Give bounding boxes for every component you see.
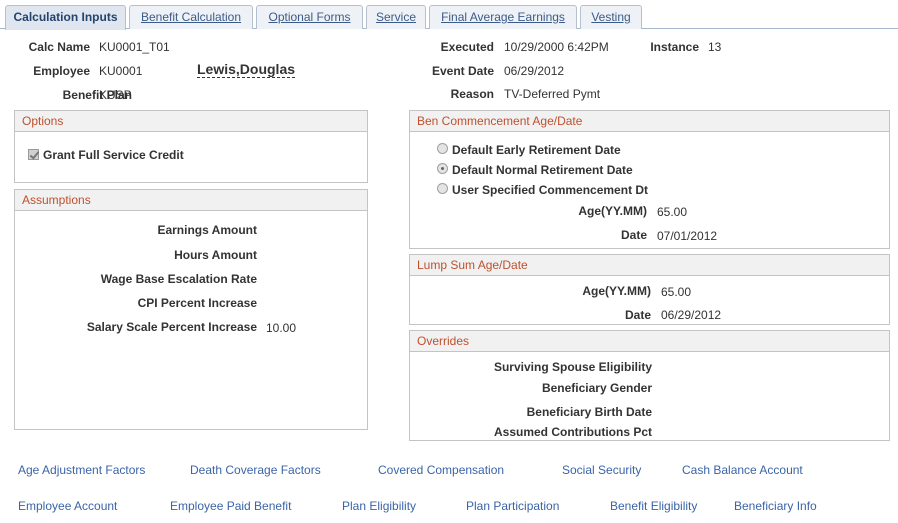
wage-base-label: Wage Base Escalation Rate xyxy=(100,272,257,286)
early-retirement-radio[interactable] xyxy=(437,143,448,154)
tab-final-average-earnings[interactable]: Final Average Earnings xyxy=(429,5,577,29)
tab-calculation-inputs[interactable]: Calculation Inputs xyxy=(5,5,126,30)
reason-value: TV-Deferred Pymt xyxy=(504,87,601,101)
tab-bar: Calculation Inputs Benefit Calculation O… xyxy=(0,5,898,30)
employee-id-value: KU0001 xyxy=(99,64,143,78)
link-employee-paid-benefit[interactable]: Employee Paid Benefit xyxy=(170,499,291,513)
beneficiary-birth-date-label: Beneficiary Birth Date xyxy=(526,405,652,419)
tab-benefit-calculation[interactable]: Benefit Calculation xyxy=(129,5,253,29)
options-section: Options Grant Full Service Credit xyxy=(14,110,368,183)
lump-sum-date-label: Date xyxy=(624,308,651,322)
user-specified-label: User Specified Commencement Dt xyxy=(452,183,649,197)
link-plan-eligibility[interactable]: Plan Eligibility xyxy=(342,499,416,513)
calc-name-value: KU0001_T01 xyxy=(99,40,170,54)
lump-sum-section: Lump Sum Age/Date Age(YY.MM) 65.00 Date … xyxy=(409,254,890,325)
assumptions-title: Assumptions xyxy=(15,190,367,211)
reason-label: Reason xyxy=(450,87,494,101)
executed-label: Executed xyxy=(440,40,494,54)
link-employee-account[interactable]: Employee Account xyxy=(18,499,117,513)
commencement-date-value: 07/01/2012 xyxy=(657,229,718,243)
employee-name[interactable]: Lewis,Douglas xyxy=(197,62,296,78)
overrides-section: Overrides Surviving Spouse Eligibility B… xyxy=(409,330,890,441)
commencement-age-value: 65.00 xyxy=(657,205,688,219)
assumptions-section: Assumptions Earnings Amount Hours Amount… xyxy=(14,189,368,430)
link-death-coverage-factors[interactable]: Death Coverage Factors xyxy=(190,463,321,477)
lump-sum-age-value: 65.00 xyxy=(661,285,692,299)
commencement-section: Ben Commencement Age/Date Default Early … xyxy=(409,110,890,249)
link-age-adjustment-factors[interactable]: Age Adjustment Factors xyxy=(18,463,145,477)
tab-service[interactable]: Service xyxy=(366,5,426,29)
commencement-title: Ben Commencement Age/Date xyxy=(410,111,889,132)
link-beneficiary-info[interactable]: Beneficiary Info xyxy=(734,499,817,513)
employee-label: Employee xyxy=(33,64,90,78)
tab-optional-forms[interactable]: Optional Forms xyxy=(256,5,363,29)
link-plan-participation[interactable]: Plan Participation xyxy=(466,499,559,513)
calc-name-label: Calc Name xyxy=(28,40,90,54)
benefit-plan-value: KUSP xyxy=(99,88,132,102)
link-cash-balance-account[interactable]: Cash Balance Account xyxy=(682,463,803,477)
overrides-title: Overrides xyxy=(410,331,889,352)
user-specified-radio[interactable] xyxy=(437,183,448,194)
commencement-date-label: Date xyxy=(620,228,647,242)
assumed-contributions-label: Assumed Contributions Pct xyxy=(493,425,652,439)
tab-vesting[interactable]: Vesting xyxy=(580,5,642,29)
grant-full-service-credit-checkbox[interactable] xyxy=(28,149,39,160)
salary-scale-label: Salary Scale Percent Increase xyxy=(86,320,257,334)
earnings-amount-label: Earnings Amount xyxy=(157,223,257,237)
lump-sum-title: Lump Sum Age/Date xyxy=(410,255,889,276)
cpi-label: CPI Percent Increase xyxy=(137,296,257,310)
lump-sum-age-label: Age(YY.MM) xyxy=(582,284,651,298)
commencement-age-label: Age(YY.MM) xyxy=(578,204,647,218)
early-retirement-label: Default Early Retirement Date xyxy=(452,143,621,157)
instance-value: 13 xyxy=(708,40,722,54)
options-title: Options xyxy=(15,111,367,132)
executed-value: 10/29/2000 6:42PM xyxy=(504,40,609,54)
lump-sum-date-value: 06/29/2012 xyxy=(661,308,722,322)
instance-label: Instance xyxy=(650,40,699,54)
event-date-label: Event Date xyxy=(431,64,494,78)
hours-amount-label: Hours Amount xyxy=(174,248,257,262)
salary-scale-value: 10.00 xyxy=(266,321,297,335)
normal-retirement-radio[interactable] xyxy=(437,163,448,174)
event-date-value: 06/29/2012 xyxy=(504,64,565,78)
link-covered-compensation[interactable]: Covered Compensation xyxy=(378,463,504,477)
beneficiary-gender-label: Beneficiary Gender xyxy=(541,381,652,395)
link-social-security[interactable]: Social Security xyxy=(562,463,641,477)
normal-retirement-label: Default Normal Retirement Date xyxy=(452,163,633,177)
grant-full-service-credit-label: Grant Full Service Credit xyxy=(43,148,184,162)
link-benefit-eligibility[interactable]: Benefit Eligibility xyxy=(610,499,697,513)
surviving-spouse-label: Surviving Spouse Eligibility xyxy=(493,360,652,374)
